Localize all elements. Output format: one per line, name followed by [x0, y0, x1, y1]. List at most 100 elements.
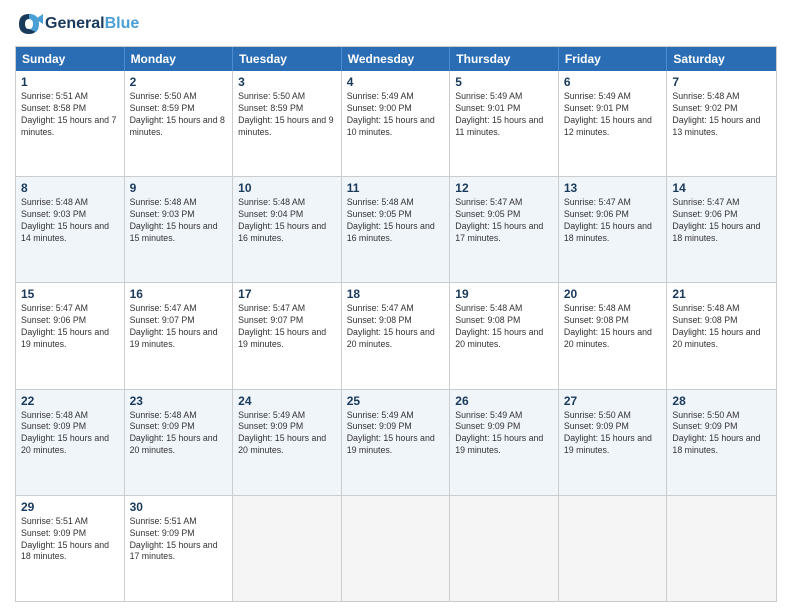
day-number: 25 — [347, 394, 445, 408]
day-number: 18 — [347, 287, 445, 301]
day-number: 14 — [672, 181, 771, 195]
calendar-cell — [450, 496, 559, 601]
calendar-cell: 15 Sunrise: 5:47 AM Sunset: 9:06 PM Dayl… — [16, 283, 125, 388]
logo-text: GeneralBlue — [45, 15, 139, 33]
day-info: Sunrise: 5:48 AM Sunset: 9:09 PM Dayligh… — [21, 410, 119, 458]
day-number: 19 — [455, 287, 553, 301]
calendar-cell: 12 Sunrise: 5:47 AM Sunset: 9:05 PM Dayl… — [450, 177, 559, 282]
calendar-cell: 13 Sunrise: 5:47 AM Sunset: 9:06 PM Dayl… — [559, 177, 668, 282]
day-number: 27 — [564, 394, 662, 408]
header-wednesday: Wednesday — [342, 47, 451, 71]
day-number: 10 — [238, 181, 336, 195]
page: GeneralBlue Sunday Monday Tuesday Wednes… — [0, 0, 792, 612]
day-info: Sunrise: 5:48 AM Sunset: 9:08 PM Dayligh… — [455, 303, 553, 351]
day-info: Sunrise: 5:50 AM Sunset: 8:59 PM Dayligh… — [130, 91, 228, 139]
calendar-cell: 23 Sunrise: 5:48 AM Sunset: 9:09 PM Dayl… — [125, 390, 234, 495]
day-number: 3 — [238, 75, 336, 89]
day-info: Sunrise: 5:51 AM Sunset: 9:09 PM Dayligh… — [130, 516, 228, 564]
day-info: Sunrise: 5:47 AM Sunset: 9:06 PM Dayligh… — [672, 197, 771, 245]
day-info: Sunrise: 5:48 AM Sunset: 9:03 PM Dayligh… — [130, 197, 228, 245]
calendar-cell: 16 Sunrise: 5:47 AM Sunset: 9:07 PM Dayl… — [125, 283, 234, 388]
calendar-cell: 24 Sunrise: 5:49 AM Sunset: 9:09 PM Dayl… — [233, 390, 342, 495]
day-number: 26 — [455, 394, 553, 408]
day-info: Sunrise: 5:47 AM Sunset: 9:08 PM Dayligh… — [347, 303, 445, 351]
header: GeneralBlue — [15, 10, 777, 38]
calendar-cell: 7 Sunrise: 5:48 AM Sunset: 9:02 PM Dayli… — [667, 71, 776, 176]
day-info: Sunrise: 5:48 AM Sunset: 9:08 PM Dayligh… — [564, 303, 662, 351]
day-number: 5 — [455, 75, 553, 89]
day-number: 21 — [672, 287, 771, 301]
calendar-cell: 27 Sunrise: 5:50 AM Sunset: 9:09 PM Dayl… — [559, 390, 668, 495]
day-info: Sunrise: 5:50 AM Sunset: 8:59 PM Dayligh… — [238, 91, 336, 139]
calendar-cell: 10 Sunrise: 5:48 AM Sunset: 9:04 PM Dayl… — [233, 177, 342, 282]
calendar-row: 1 Sunrise: 5:51 AM Sunset: 8:58 PM Dayli… — [16, 71, 776, 176]
calendar-cell: 25 Sunrise: 5:49 AM Sunset: 9:09 PM Dayl… — [342, 390, 451, 495]
logo: GeneralBlue — [15, 10, 139, 38]
header-friday: Friday — [559, 47, 668, 71]
calendar-row: 29 Sunrise: 5:51 AM Sunset: 9:09 PM Dayl… — [16, 495, 776, 601]
calendar-header-row: Sunday Monday Tuesday Wednesday Thursday… — [16, 47, 776, 71]
day-info: Sunrise: 5:49 AM Sunset: 9:01 PM Dayligh… — [455, 91, 553, 139]
day-number: 7 — [672, 75, 771, 89]
day-info: Sunrise: 5:49 AM Sunset: 9:01 PM Dayligh… — [564, 91, 662, 139]
calendar-cell: 30 Sunrise: 5:51 AM Sunset: 9:09 PM Dayl… — [125, 496, 234, 601]
day-number: 23 — [130, 394, 228, 408]
calendar-cell: 19 Sunrise: 5:48 AM Sunset: 9:08 PM Dayl… — [450, 283, 559, 388]
header-sunday: Sunday — [16, 47, 125, 71]
calendar-cell: 22 Sunrise: 5:48 AM Sunset: 9:09 PM Dayl… — [16, 390, 125, 495]
logo-icon — [15, 10, 43, 38]
day-number: 4 — [347, 75, 445, 89]
calendar-cell: 17 Sunrise: 5:47 AM Sunset: 9:07 PM Dayl… — [233, 283, 342, 388]
day-info: Sunrise: 5:49 AM Sunset: 9:09 PM Dayligh… — [238, 410, 336, 458]
day-number: 20 — [564, 287, 662, 301]
day-info: Sunrise: 5:47 AM Sunset: 9:05 PM Dayligh… — [455, 197, 553, 245]
day-number: 6 — [564, 75, 662, 89]
calendar-cell: 4 Sunrise: 5:49 AM Sunset: 9:00 PM Dayli… — [342, 71, 451, 176]
calendar-cell: 2 Sunrise: 5:50 AM Sunset: 8:59 PM Dayli… — [125, 71, 234, 176]
calendar-row: 15 Sunrise: 5:47 AM Sunset: 9:06 PM Dayl… — [16, 282, 776, 388]
day-info: Sunrise: 5:49 AM Sunset: 9:09 PM Dayligh… — [455, 410, 553, 458]
calendar-row: 8 Sunrise: 5:48 AM Sunset: 9:03 PM Dayli… — [16, 176, 776, 282]
day-number: 28 — [672, 394, 771, 408]
day-info: Sunrise: 5:48 AM Sunset: 9:05 PM Dayligh… — [347, 197, 445, 245]
calendar-cell: 3 Sunrise: 5:50 AM Sunset: 8:59 PM Dayli… — [233, 71, 342, 176]
header-monday: Monday — [125, 47, 234, 71]
calendar-body: 1 Sunrise: 5:51 AM Sunset: 8:58 PM Dayli… — [16, 71, 776, 601]
calendar-cell: 26 Sunrise: 5:49 AM Sunset: 9:09 PM Dayl… — [450, 390, 559, 495]
day-info: Sunrise: 5:47 AM Sunset: 9:06 PM Dayligh… — [21, 303, 119, 351]
calendar-cell: 28 Sunrise: 5:50 AM Sunset: 9:09 PM Dayl… — [667, 390, 776, 495]
day-info: Sunrise: 5:51 AM Sunset: 8:58 PM Dayligh… — [21, 91, 119, 139]
day-number: 2 — [130, 75, 228, 89]
calendar-cell: 21 Sunrise: 5:48 AM Sunset: 9:08 PM Dayl… — [667, 283, 776, 388]
calendar-cell — [233, 496, 342, 601]
day-number: 9 — [130, 181, 228, 195]
day-number: 16 — [130, 287, 228, 301]
day-number: 11 — [347, 181, 445, 195]
calendar-cell: 6 Sunrise: 5:49 AM Sunset: 9:01 PM Dayli… — [559, 71, 668, 176]
calendar-cell: 20 Sunrise: 5:48 AM Sunset: 9:08 PM Dayl… — [559, 283, 668, 388]
day-info: Sunrise: 5:48 AM Sunset: 9:02 PM Dayligh… — [672, 91, 771, 139]
day-number: 22 — [21, 394, 119, 408]
day-info: Sunrise: 5:47 AM Sunset: 9:07 PM Dayligh… — [238, 303, 336, 351]
day-number: 29 — [21, 500, 119, 514]
calendar-cell: 1 Sunrise: 5:51 AM Sunset: 8:58 PM Dayli… — [16, 71, 125, 176]
header-saturday: Saturday — [667, 47, 776, 71]
calendar-cell: 5 Sunrise: 5:49 AM Sunset: 9:01 PM Dayli… — [450, 71, 559, 176]
day-number: 12 — [455, 181, 553, 195]
day-number: 17 — [238, 287, 336, 301]
day-info: Sunrise: 5:48 AM Sunset: 9:08 PM Dayligh… — [672, 303, 771, 351]
day-info: Sunrise: 5:49 AM Sunset: 9:00 PM Dayligh… — [347, 91, 445, 139]
calendar-cell: 18 Sunrise: 5:47 AM Sunset: 9:08 PM Dayl… — [342, 283, 451, 388]
day-info: Sunrise: 5:50 AM Sunset: 9:09 PM Dayligh… — [564, 410, 662, 458]
day-info: Sunrise: 5:50 AM Sunset: 9:09 PM Dayligh… — [672, 410, 771, 458]
day-info: Sunrise: 5:47 AM Sunset: 9:07 PM Dayligh… — [130, 303, 228, 351]
day-number: 15 — [21, 287, 119, 301]
day-info: Sunrise: 5:48 AM Sunset: 9:03 PM Dayligh… — [21, 197, 119, 245]
calendar: Sunday Monday Tuesday Wednesday Thursday… — [15, 46, 777, 602]
calendar-cell: 11 Sunrise: 5:48 AM Sunset: 9:05 PM Dayl… — [342, 177, 451, 282]
day-number: 13 — [564, 181, 662, 195]
day-info: Sunrise: 5:48 AM Sunset: 9:04 PM Dayligh… — [238, 197, 336, 245]
day-info: Sunrise: 5:47 AM Sunset: 9:06 PM Dayligh… — [564, 197, 662, 245]
calendar-cell — [667, 496, 776, 601]
day-info: Sunrise: 5:51 AM Sunset: 9:09 PM Dayligh… — [21, 516, 119, 564]
